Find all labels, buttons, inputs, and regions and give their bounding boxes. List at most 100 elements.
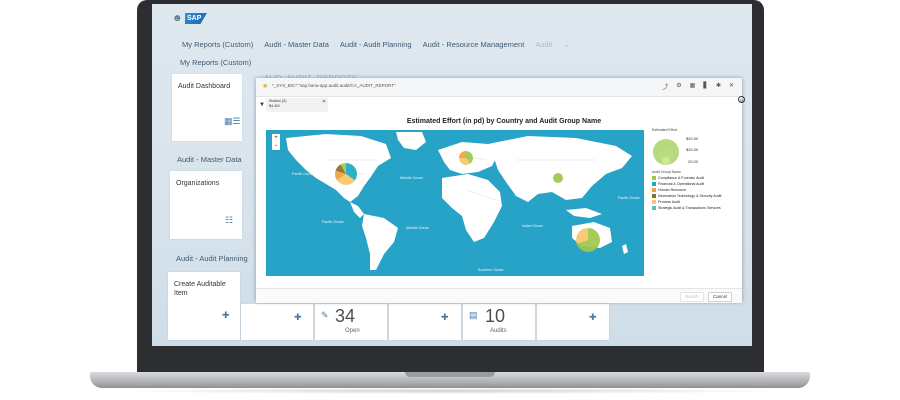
add-document-icon: ✚ bbox=[222, 310, 230, 320]
legend-item[interactable]: Financial & Operational Audit bbox=[652, 182, 704, 187]
filter-value: $4.4M bbox=[269, 104, 280, 108]
legend-swatch bbox=[652, 188, 656, 193]
add-document-icon: ✚ bbox=[589, 312, 597, 322]
gear-icon[interactable]: ✱ bbox=[716, 82, 721, 91]
size-legend-label: $20.00 bbox=[686, 136, 699, 141]
tab-master-data[interactable]: Audit - Master Data bbox=[264, 40, 329, 54]
tabs-overflow-icon[interactable]: ⌄ bbox=[563, 40, 569, 54]
document-icon: ▤ bbox=[469, 310, 478, 320]
laptop-notch bbox=[405, 372, 495, 377]
cancel-button[interactable]: Cancel bbox=[708, 292, 732, 302]
audits-label: Audits bbox=[490, 328, 507, 334]
ocean-label: Pacific Ocean bbox=[292, 172, 314, 176]
ocean-label: Indian Ocean bbox=[522, 224, 543, 228]
zoom-control[interactable]: + − bbox=[272, 134, 280, 150]
tab-my-reports[interactable]: My Reports (Custom) bbox=[182, 40, 253, 54]
land-new-zealand bbox=[622, 244, 628, 254]
land-asia bbox=[488, 136, 632, 202]
sap-logo[interactable]: SAP bbox=[185, 13, 207, 24]
dashboard-icon: ▦☰ bbox=[224, 116, 241, 126]
audits-count: 10 bbox=[485, 306, 506, 326]
open-count: 34 bbox=[335, 306, 356, 326]
share-icon[interactable]: ⤴ bbox=[662, 82, 668, 91]
legend-label: Strategic Audit & Transactions Services bbox=[658, 206, 721, 210]
tile-audits[interactable]: ▤ 10 Audits bbox=[463, 304, 535, 340]
chart-settings-icon[interactable]: ↻ bbox=[738, 96, 745, 103]
map-svg bbox=[286, 132, 632, 270]
tile-open[interactable]: ✎ 34 Open bbox=[315, 304, 387, 340]
legend-swatch bbox=[652, 206, 656, 211]
land-africa bbox=[442, 174, 502, 242]
tile-organizations[interactable]: Organizations ☷ bbox=[170, 171, 242, 239]
legend-item[interactable]: Process Audit bbox=[652, 200, 680, 205]
table-icon[interactable]: ▦ bbox=[690, 82, 696, 91]
add-document-icon: ✚ bbox=[441, 312, 449, 322]
dialog-footer: Switch Cancel bbox=[256, 288, 742, 303]
size-legend-title: Estimated Effort bbox=[652, 128, 677, 132]
land-central-america bbox=[350, 202, 364, 218]
filter-token[interactable]: Station (2) $4.4M bbox=[266, 98, 328, 112]
ocean-label: Pacific Ocean bbox=[322, 220, 344, 224]
screen: ☻ SAP My Reports (Custom) Audit - Master… bbox=[152, 4, 752, 346]
land-greenland bbox=[396, 132, 426, 150]
legend-item[interactable]: Strategic Audit & Transactions Services bbox=[652, 206, 721, 211]
legend-item[interactable]: Human Resource bbox=[652, 188, 686, 193]
legend-swatch bbox=[652, 200, 656, 205]
size-legend-label: 20.00 bbox=[688, 159, 699, 164]
dialog-header: ★ *_SYS_BIC*:"sap.hana-app.audit.audit/C… bbox=[256, 78, 742, 97]
tab-resource-management[interactable]: Audit - Resource Management bbox=[423, 40, 525, 54]
settings-icon[interactable]: ⚙ bbox=[676, 82, 681, 91]
laptop-shadow bbox=[110, 388, 790, 394]
size-legend-label: $20.00 bbox=[686, 147, 699, 152]
world-map[interactable]: + − Pacific Ocean Atlantic Ocean Pacific … bbox=[266, 130, 644, 276]
legend-swatch bbox=[652, 182, 656, 187]
legend-swatch bbox=[652, 194, 656, 199]
tile-audit-dashboard[interactable]: Audit Dashboard ▦☰ bbox=[172, 74, 242, 141]
filter-clear-icon[interactable]: ✕ bbox=[322, 99, 326, 105]
tile-empty-1[interactable]: ✚ bbox=[241, 304, 313, 340]
org-chart-icon: ☷ bbox=[225, 215, 234, 225]
tile-title: Organizations bbox=[176, 180, 220, 187]
chart-title: Estimated Effort (in pd) by Country and … bbox=[406, 118, 602, 125]
legend-label: Compliance & Forensic Audit bbox=[658, 176, 705, 180]
tile-create-auditable-item[interactable]: Create Auditable Item ✚ bbox=[168, 272, 240, 340]
tile-empty-2[interactable]: ✚ bbox=[389, 304, 461, 340]
tile-empty-3[interactable]: ✚ bbox=[537, 304, 609, 340]
tab-audit-planning[interactable]: Audit - Audit Planning bbox=[340, 40, 412, 54]
land-indonesia bbox=[566, 208, 602, 218]
tab-audit[interactable]: Audit bbox=[535, 40, 552, 54]
add-document-icon: ✚ bbox=[294, 312, 302, 322]
ocean-label: Pacific Ocean bbox=[618, 196, 640, 200]
nav-tabs: My Reports (Custom) Audit - Master Data … bbox=[182, 40, 570, 54]
open-label: Open bbox=[345, 328, 360, 334]
tile-title: Audit Dashboard bbox=[178, 83, 231, 90]
dialog-toolbar: ⤴ ⚙ ▦ ▋ ✱ ✕ bbox=[662, 82, 734, 91]
land-south-america bbox=[362, 214, 398, 270]
color-legend-title: Audit Group Name bbox=[652, 170, 681, 174]
user-icon[interactable]: ☻ bbox=[172, 13, 183, 24]
legend-label: Process Audit bbox=[658, 200, 680, 204]
section-master-data: Audit - Master Data bbox=[177, 155, 242, 164]
report-dialog: ★ *_SYS_BIC*:"sap.hana-app.audit.audit/C… bbox=[256, 78, 745, 303]
chart-area: Estimated Effort (in pd) by Country and … bbox=[264, 116, 734, 276]
bubble-segment[interactable] bbox=[553, 173, 563, 183]
legend-item[interactable]: Information Technology & Security Audit bbox=[652, 194, 722, 199]
legend-swatch bbox=[652, 176, 656, 181]
switch-button[interactable]: Switch bbox=[680, 292, 704, 302]
favorite-icon[interactable]: ★ bbox=[262, 82, 268, 90]
tile-title: Create Auditable Item bbox=[174, 281, 226, 297]
section-audit-planning: Audit - Audit Planning bbox=[176, 254, 248, 263]
legend-item[interactable]: Compliance & Forensic Audit bbox=[652, 176, 705, 181]
bar-chart-icon[interactable]: ▋ bbox=[703, 82, 708, 91]
shell-bar: ☻ SAP bbox=[152, 4, 752, 34]
section-my-reports: My Reports (Custom) bbox=[180, 58, 252, 67]
report-path: *_SYS_BIC*:"sap.hana-app.audit.audit/CA_… bbox=[272, 83, 396, 88]
legend-label: Information Technology & Security Audit bbox=[658, 194, 722, 198]
map-legend: Estimated Effort $20.00 $20.00 20.00 Aud… bbox=[652, 128, 742, 278]
ocean-label: Atlantic Ocean bbox=[406, 226, 429, 230]
edit-document-icon: ✎ bbox=[321, 310, 329, 320]
filter-icon[interactable]: ▼ bbox=[259, 102, 265, 108]
ocean-label: Southern Ocean bbox=[478, 268, 504, 272]
legend-label: Human Resource bbox=[658, 188, 686, 192]
close-icon[interactable]: ✕ bbox=[729, 82, 734, 91]
